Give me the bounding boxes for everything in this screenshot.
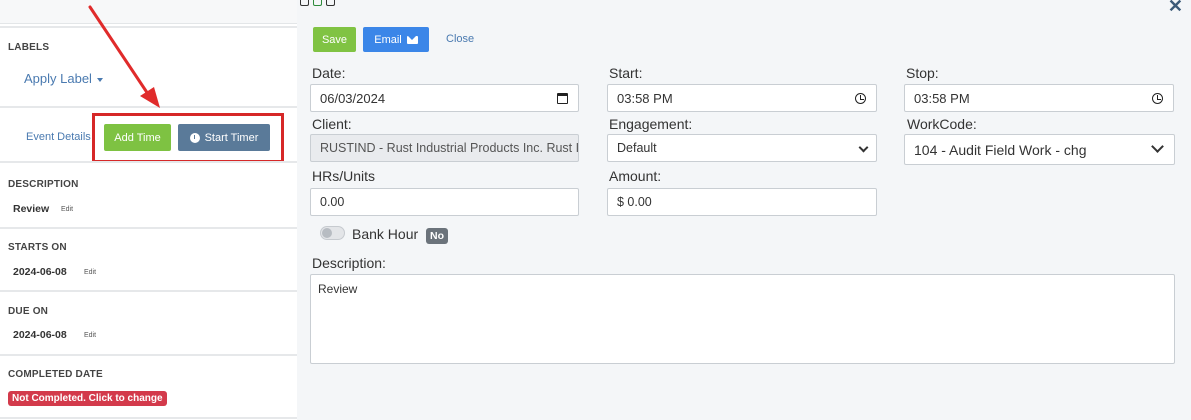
clock-icon[interactable] <box>1152 93 1163 104</box>
bank-hour-toggle[interactable] <box>320 226 345 240</box>
workcode-label: WorkCode: <box>907 116 977 132</box>
chevron-down-icon <box>1151 140 1164 153</box>
completed-date-heading: COMPLETED DATE <box>8 369 103 380</box>
stop-value: 03:58 PM <box>914 90 970 106</box>
save-label: Save <box>321 33 348 46</box>
stop-label: Stop: <box>906 65 939 81</box>
event-details-link[interactable]: Event Details <box>26 131 91 143</box>
save-button[interactable]: Save <box>313 27 356 52</box>
calendar-icon[interactable] <box>557 93 568 104</box>
due-on-edit-link[interactable]: Edit <box>84 332 96 339</box>
date-value: 06/03/2024 <box>320 90 386 106</box>
workcode-value: 104 - Audit Field Work - chg <box>914 141 1087 158</box>
workcode-select[interactable]: 104 - Audit Field Work - chg <box>904 134 1175 165</box>
divider <box>0 227 297 229</box>
engagement-value: Default <box>617 141 657 155</box>
client-label: Client: <box>312 116 352 132</box>
start-timer-button[interactable]: Start Timer <box>178 124 270 151</box>
stop-time-field[interactable]: 03:58 PM <box>904 84 1174 112</box>
amount-value: $ 0.00 <box>617 195 652 209</box>
description-heading: DESCRIPTION <box>8 179 79 190</box>
starts-on-edit-link[interactable]: Edit <box>84 269 96 276</box>
divider <box>0 26 297 28</box>
hrs-units-input[interactable]: 0.00 <box>310 188 579 216</box>
hrs-units-label: HRs/Units <box>312 168 376 184</box>
engagement-select[interactable]: Default <box>607 134 877 162</box>
due-on-heading: DUE ON <box>8 306 49 317</box>
divider <box>0 161 297 163</box>
due-on-value: 2024-06-08 <box>13 329 67 341</box>
engagement-label: Engagement: <box>609 116 693 132</box>
date-label: Date: <box>312 65 346 81</box>
apply-label-text: Apply Label <box>24 71 92 86</box>
chevron-down-icon <box>858 142 869 153</box>
starts-on-value: 2024-06-08 <box>13 266 67 278</box>
event-panel: LABELS Apply Label Event Details Add Tim… <box>0 0 297 420</box>
bank-hour-label: Bank Hour <box>352 226 419 242</box>
start-timer-label: Start Timer <box>204 131 259 144</box>
description-value: Review <box>13 203 50 215</box>
start-time-field[interactable]: 03:58 PM <box>607 84 877 112</box>
window-control-icon[interactable] <box>326 0 335 6</box>
app-root: LABELS Apply Label Event Details Add Tim… <box>0 0 1191 420</box>
add-time-modal: ✕ Save Email Close Date: 06/03/2024 Star… <box>297 0 1191 420</box>
add-time-button[interactable]: Add Time <box>104 124 171 151</box>
email-button[interactable]: Email <box>363 27 429 52</box>
amount-label: Amount: <box>609 168 662 184</box>
panel-top-strip <box>0 0 297 24</box>
amount-input[interactable]: $ 0.00 <box>607 188 877 216</box>
window-control-icon[interactable] <box>313 0 322 6</box>
not-completed-badge[interactable]: Not Completed. Click to change <box>8 391 167 406</box>
window-control-icon[interactable] <box>300 0 309 6</box>
close-icon[interactable]: ✕ <box>1168 0 1183 17</box>
caret-down-icon <box>96 77 103 82</box>
client-field: RUSTIND - Rust Industrial Products Inc. … <box>310 134 579 162</box>
hrs-units-value: 0.00 <box>320 195 345 209</box>
envelope-icon <box>406 35 418 44</box>
divider <box>0 290 297 292</box>
divider <box>0 106 297 108</box>
divider <box>0 354 297 356</box>
bank-hour-status-badge: No <box>426 228 448 244</box>
description-edit-link[interactable]: Edit <box>61 206 73 213</box>
start-value: 03:58 PM <box>617 90 673 106</box>
labels-heading: LABELS <box>8 42 50 53</box>
description-textarea[interactable]: Review <box>310 274 1175 364</box>
divider <box>0 417 297 419</box>
email-label: Email <box>374 33 402 46</box>
close-link[interactable]: Close <box>446 33 474 45</box>
clock-icon[interactable] <box>855 93 866 104</box>
date-field[interactable]: 06/03/2024 <box>310 84 579 112</box>
start-label: Start: <box>609 65 643 81</box>
apply-label-dropdown[interactable]: Apply Label <box>24 71 103 86</box>
add-time-label: Add Time <box>114 131 161 144</box>
description-label: Description: <box>312 255 386 271</box>
clock-icon <box>189 132 200 143</box>
starts-on-heading: STARTS ON <box>8 242 67 253</box>
